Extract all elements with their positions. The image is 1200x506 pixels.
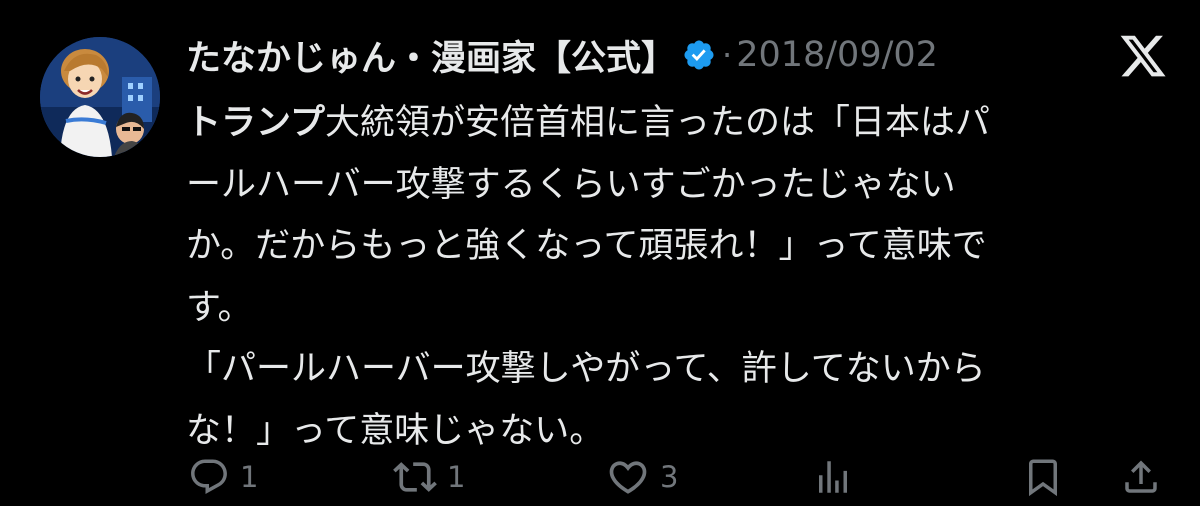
bookmark-icon	[1029, 459, 1057, 497]
reply-count: 1	[240, 460, 259, 494]
repost-button[interactable]: 1	[393, 452, 465, 502]
share-icon	[1125, 460, 1157, 493]
views-icon	[819, 461, 847, 493]
x-logo-icon	[1117, 31, 1169, 81]
tweet[interactable]: たなかじゅん・漫画家【公式】 · 2018/09/02 トランプ大統領が安倍首相…	[0, 0, 1200, 506]
verified-badge-icon	[682, 38, 716, 72]
views-button[interactable]	[812, 452, 854, 502]
tweet-text-body: 大統領が安倍首相に言ったのは「日本はパ ールハーバー攻撃するくらいすごかったじゃ…	[186, 103, 990, 451]
like-count: 3	[660, 460, 679, 494]
repost-icon	[393, 462, 437, 492]
repost-count: 1	[447, 460, 466, 494]
bookmark-button[interactable]	[1022, 452, 1064, 502]
reply-icon	[191, 459, 227, 494]
action-bar: 1 1 3	[0, 452, 1200, 506]
like-button[interactable]: 3	[606, 452, 678, 502]
tweet-header: たなかじゅん・漫画家【公式】 · 2018/09/02	[186, 30, 938, 80]
tweet-text: トランプ大統領が安倍首相に言ったのは「日本はパ ールハーバー攻撃するくらいすごか…	[186, 93, 1156, 462]
avatar[interactable]	[40, 37, 160, 157]
reply-button[interactable]: 1	[188, 452, 258, 502]
tweet-date[interactable]: 2018/09/02	[736, 35, 938, 75]
share-button[interactable]	[1120, 452, 1162, 502]
separator-dot: ·	[722, 36, 733, 74]
avatar-illustration	[40, 37, 160, 157]
heart-icon	[609, 461, 647, 494]
author-name[interactable]: たなかじゅん・漫画家【公式】	[186, 30, 676, 81]
tweet-text-bold-prefix: トランプ	[186, 103, 325, 143]
